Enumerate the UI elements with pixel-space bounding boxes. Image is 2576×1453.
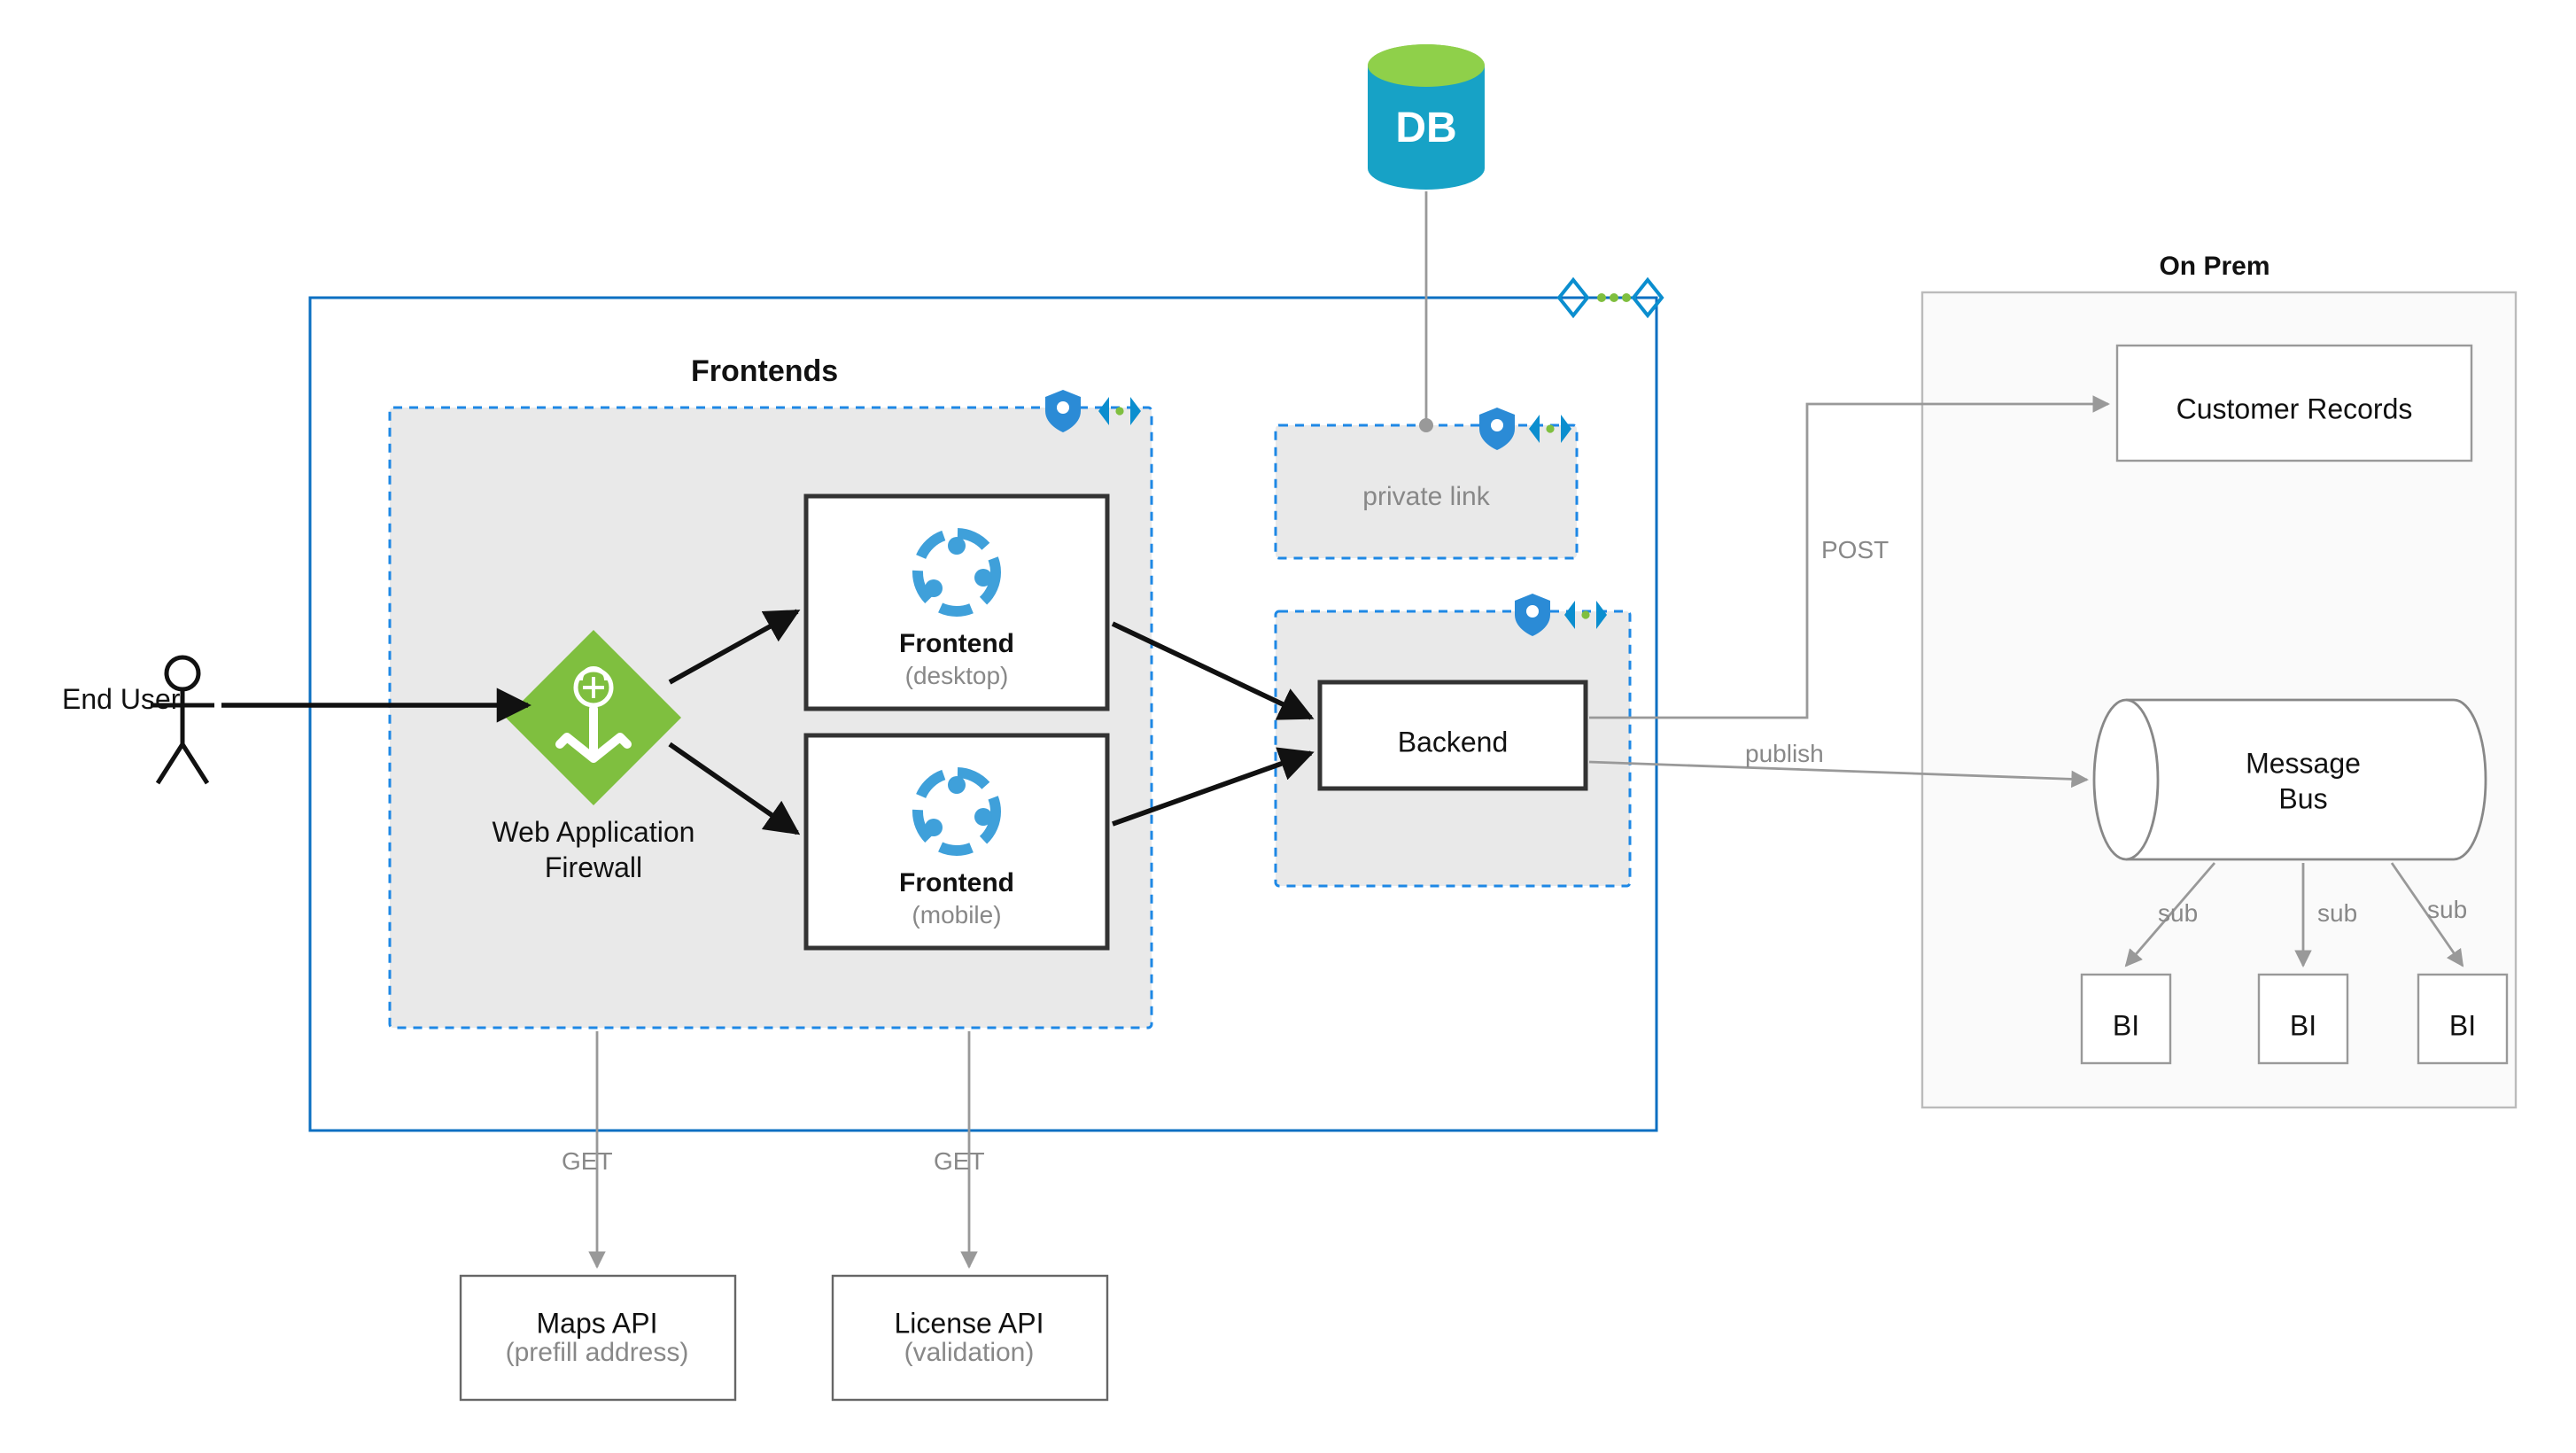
message-bus-title: Message bbox=[2246, 747, 2361, 779]
license-api-title: License API bbox=[895, 1307, 1044, 1339]
frontend-mobile-title: Frontend bbox=[899, 868, 1014, 897]
bi-label-3: BI bbox=[2449, 1009, 2476, 1041]
message-bus-title2: Bus bbox=[2278, 782, 2327, 814]
message-bus-cylinder bbox=[2094, 700, 2486, 859]
maps-api-title: Maps API bbox=[537, 1307, 658, 1339]
frontends-title: Frontends bbox=[691, 354, 838, 388]
waf-title-line2: Firewall bbox=[545, 851, 642, 883]
frontend-mobile-sub: (mobile) bbox=[912, 901, 1001, 929]
backend-title: Backend bbox=[1398, 726, 1509, 758]
frontend-desktop-title: Frontend bbox=[899, 629, 1014, 658]
private-link-endpoint bbox=[1419, 418, 1433, 432]
architecture-diagram: Frontends Web Application Firewall Front… bbox=[0, 0, 2576, 1453]
db-icon: DB bbox=[1368, 44, 1485, 190]
maps-method: GET bbox=[562, 1147, 613, 1175]
end-user-icon bbox=[151, 657, 214, 783]
license-method: GET bbox=[934, 1147, 985, 1175]
license-api-sub: (validation) bbox=[904, 1338, 1035, 1367]
end-user-label: End User bbox=[62, 683, 181, 715]
db-label: DB bbox=[1395, 105, 1456, 152]
frontend-desktop-sub: (desktop) bbox=[905, 662, 1009, 689]
bi-label-2: BI bbox=[2290, 1009, 2316, 1041]
bi-label-1: BI bbox=[2113, 1009, 2139, 1041]
waf-title-line1: Web Application bbox=[493, 816, 695, 848]
maps-api-sub: (prefill address) bbox=[506, 1338, 689, 1367]
sub-label-1: sub bbox=[2158, 899, 2198, 927]
onprem-title: On Prem bbox=[2159, 252, 2270, 281]
customer-records-label: Customer Records bbox=[2176, 392, 2413, 424]
edge-post-label: POST bbox=[1821, 536, 1889, 563]
sub-label-2: sub bbox=[2317, 899, 2357, 927]
sub-label-3: sub bbox=[2427, 896, 2467, 923]
edge-publish-label: publish bbox=[1745, 740, 1824, 767]
private-link-label: private link bbox=[1362, 482, 1490, 511]
